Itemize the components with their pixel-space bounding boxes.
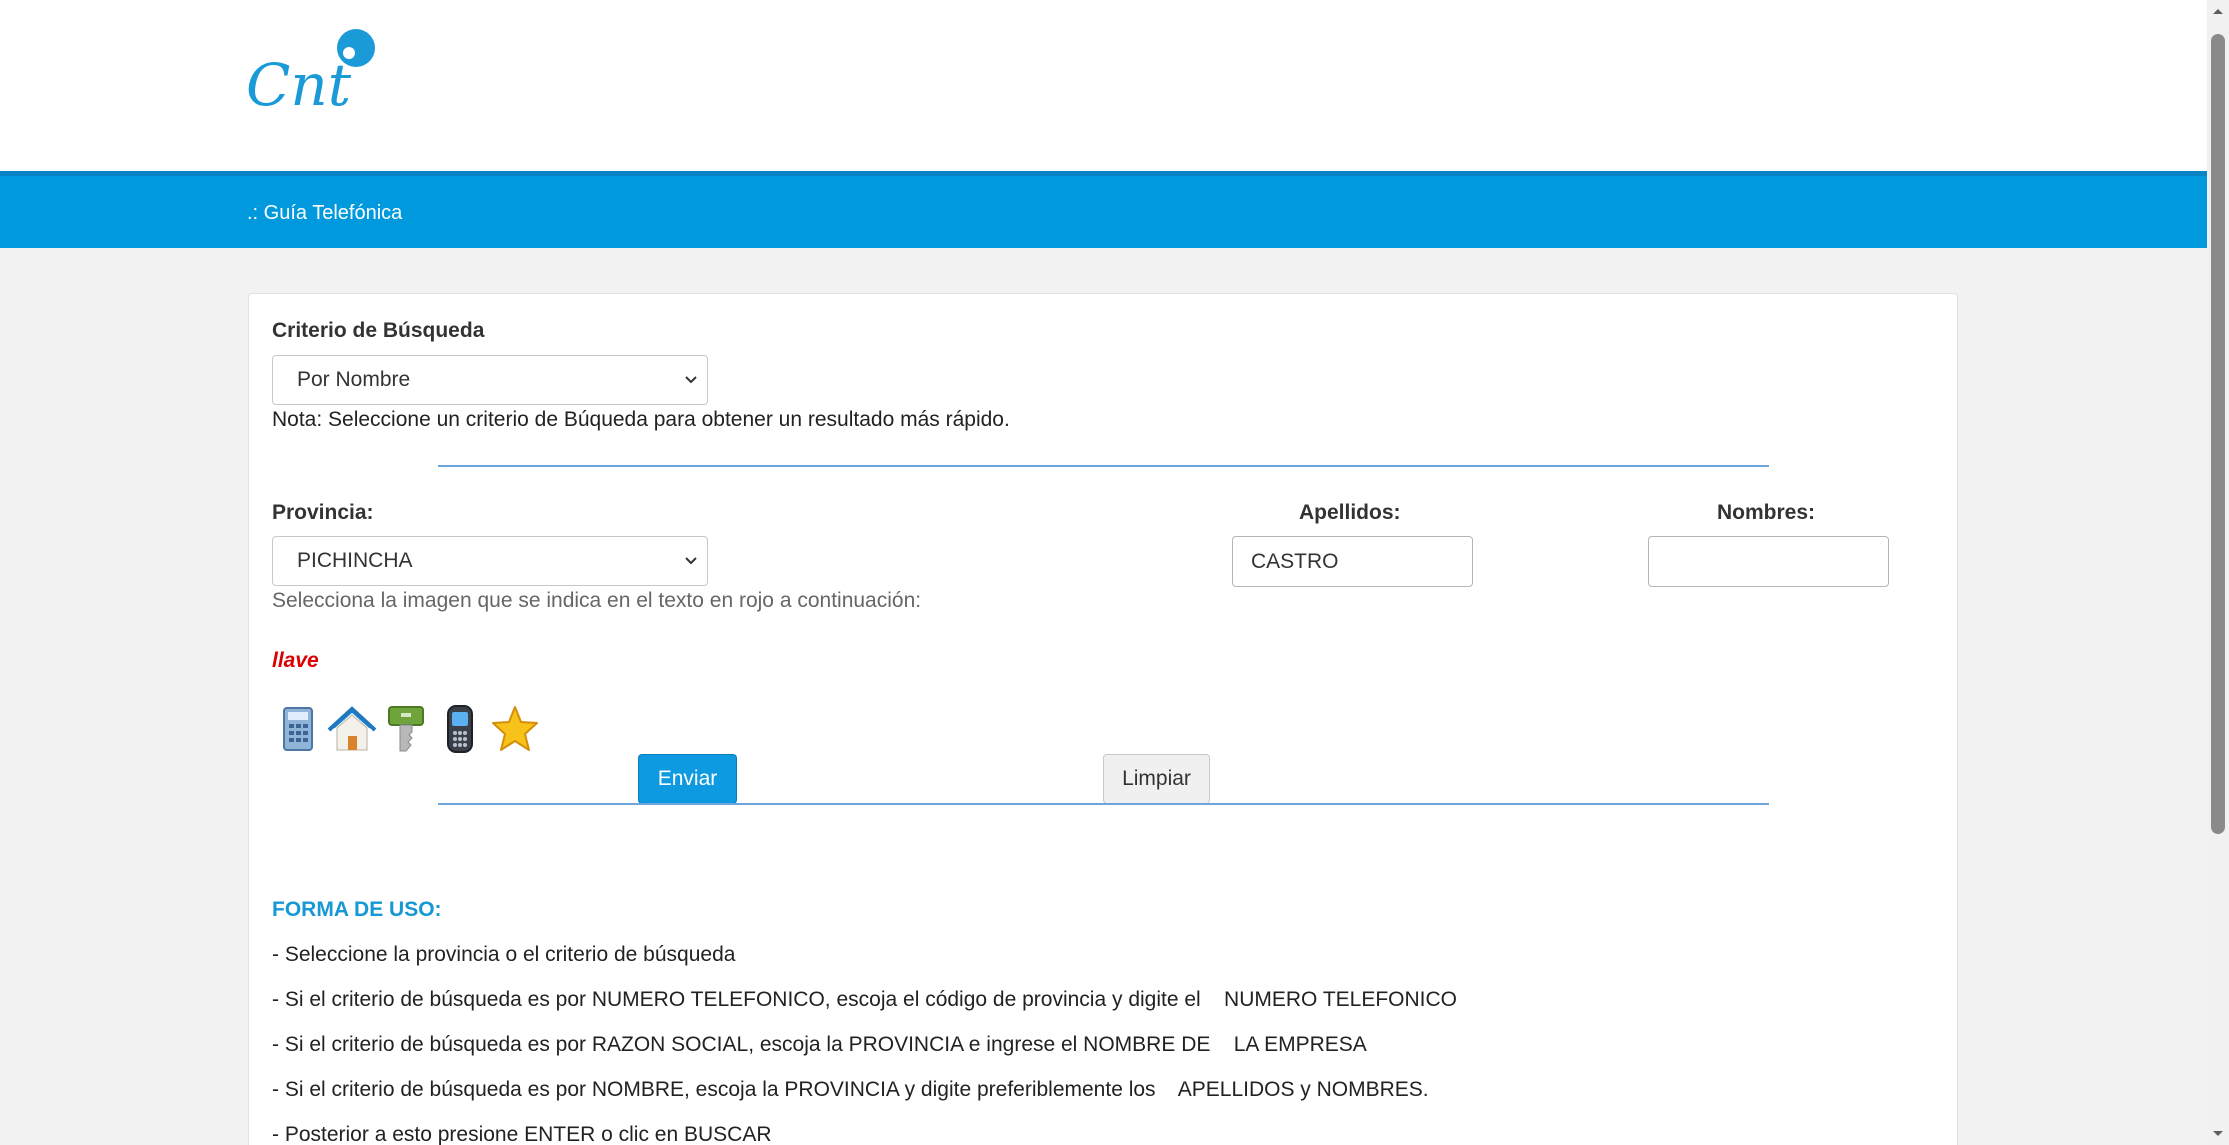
surnames-label: Apellidos: (1299, 501, 1401, 524)
divider-top (438, 465, 1769, 467)
criteria-select[interactable]: Por Nombre (272, 355, 708, 405)
names-input[interactable] (1648, 536, 1889, 587)
scroll-thumb[interactable] (2211, 34, 2225, 834)
chevron-down-icon (685, 376, 697, 384)
names-label: Nombres: (1717, 501, 1816, 524)
surnames-input-value: CASTRO (1251, 549, 1339, 573)
usage-title: FORMA DE USO: (272, 898, 442, 921)
scroll-down-arrow-icon[interactable] (2207, 1123, 2229, 1145)
usage-line: - Si el criterio de búsqueda es por RAZO… (272, 1033, 1367, 1056)
captcha-word: llave (272, 649, 319, 672)
scroll-up-arrow-icon[interactable] (2207, 0, 2229, 22)
usage-line: - Posterior a esto presione ENTER o clic… (272, 1123, 772, 1145)
province-select[interactable]: PICHINCHA (272, 536, 708, 586)
key-icon[interactable] (386, 704, 426, 754)
star-icon[interactable] (490, 704, 540, 754)
clear-button[interactable]: Limpiar (1103, 754, 1210, 804)
usage-line: - Seleccione la provincia o el criterio … (272, 943, 736, 966)
house-icon[interactable] (327, 704, 377, 754)
search-card: Criterio de Búsqueda Por Nombre Nota: Se… (248, 293, 1958, 1145)
criteria-label: Criterio de Búsqueda (272, 319, 485, 342)
scrollbar[interactable] (2207, 0, 2229, 1145)
criteria-select-value: Por Nombre (297, 368, 411, 391)
submit-button[interactable]: Enviar (638, 754, 737, 804)
chevron-down-icon (685, 557, 697, 565)
usage-line: - Si el criterio de búsqueda es por NOMB… (272, 1078, 1429, 1101)
top-header: Cnt (0, 0, 2207, 171)
surnames-input[interactable]: CASTRO (1232, 536, 1473, 587)
nav-title[interactable]: .: Guía Telefónica (247, 202, 402, 225)
criteria-note: Nota: Seleccione un criterio de Búqueda … (272, 408, 1010, 431)
cnt-logo[interactable]: Cnt (246, 28, 381, 110)
calculator-icon[interactable] (281, 704, 315, 754)
divider-bottom (438, 803, 1769, 805)
province-label: Provincia: (272, 501, 374, 524)
captcha-instruction: Selecciona la imagen que se indica en el… (272, 589, 922, 612)
nav-bar: .: Guía Telefónica (0, 171, 2207, 248)
usage-line: - Si el criterio de búsqueda es por NUME… (272, 988, 1458, 1011)
cellphone-icon[interactable] (443, 704, 477, 754)
logo-text: Cnt (246, 51, 352, 110)
province-select-value: PICHINCHA (297, 549, 413, 572)
